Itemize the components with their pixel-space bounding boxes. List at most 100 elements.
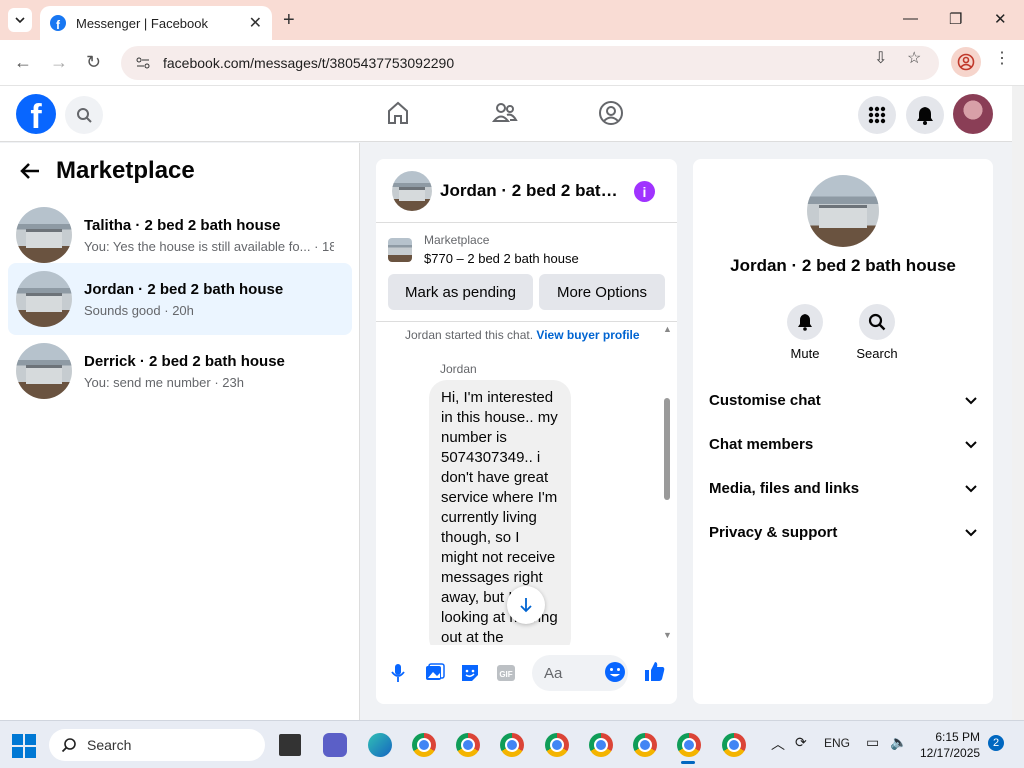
minimize-button[interactable]: — — [903, 10, 918, 27]
chrome-profile-icon[interactable] — [722, 733, 746, 757]
tray-chevron-up-icon[interactable]: ︿ — [771, 734, 785, 754]
sync-icon[interactable]: ⟳ — [795, 734, 807, 751]
close-window-button[interactable]: ✕ — [994, 10, 1007, 28]
account-avatar[interactable] — [953, 94, 993, 134]
chrome-profile-icon-active[interactable] — [677, 733, 701, 757]
back-button[interactable]: ← — [14, 52, 32, 73]
chat-header[interactable]: Jordan · 2 bed 2 bath house — [376, 159, 677, 223]
close-tab-icon[interactable]: ✕ — [249, 13, 262, 33]
chat-thumbnail — [392, 170, 432, 211]
notification-badge[interactable]: 2 — [988, 735, 1004, 751]
chrome-profile-icon[interactable] — [500, 733, 524, 757]
microphone-icon[interactable] — [390, 663, 406, 683]
privacy-support-row[interactable]: Privacy & support — [709, 524, 977, 541]
browser-tab[interactable]: f Messenger | Facebook ✕ — [40, 6, 272, 40]
mark-pending-button[interactable]: Mark as pending — [388, 274, 533, 310]
language-indicator[interactable]: ENG — [824, 736, 850, 750]
conversation-item[interactable]: Talitha · 2 bed 2 bath house You: Yes th… — [8, 199, 352, 271]
conversation-item[interactable]: Derrick · 2 bed 2 bath house You: send m… — [8, 335, 352, 407]
scroll-to-bottom-button[interactable] — [507, 586, 545, 624]
volume-icon[interactable]: 🔈 — [890, 734, 907, 751]
section-label: Media, files and links — [709, 480, 860, 497]
tab-search-button[interactable] — [8, 8, 32, 32]
maximize-button[interactable]: ❐ — [949, 10, 962, 28]
scroll-down-arrow-icon[interactable]: ▼ — [663, 630, 672, 640]
like-icon[interactable] — [644, 660, 666, 682]
search-in-chat-button[interactable]: Search — [847, 304, 907, 361]
conversation-preview: You: Yes the house is still available fo… — [84, 238, 311, 254]
browser-toolbar: ← → ↻ facebook.com/messages/t/3805437753… — [0, 40, 1024, 86]
chat-started-note: Jordan started this chat. View buyer pro… — [405, 328, 640, 342]
network-icon[interactable]: ▭ — [866, 734, 879, 751]
friends-icon[interactable] — [492, 100, 518, 126]
customise-chat-row[interactable]: Customise chat — [709, 392, 977, 409]
clock-time: 6:15 PM — [935, 730, 981, 744]
conversation-name: Derrick · 2 bed 2 bath house — [84, 352, 285, 370]
grid-menu-icon — [868, 106, 886, 124]
page-scrollbar[interactable] — [1012, 86, 1024, 720]
back-arrow-icon[interactable] — [20, 162, 40, 180]
install-app-icon[interactable]: ⇩ — [874, 48, 887, 68]
listing-price: $770 – 2 bed 2 bath house — [424, 251, 579, 266]
more-options-button[interactable]: More Options — [539, 274, 665, 310]
address-bar[interactable]: facebook.com/messages/t/3805437753092290 — [121, 46, 939, 80]
taskbar-search-label: Search — [87, 737, 132, 753]
emoji-icon[interactable] — [604, 661, 626, 683]
listing-thumbnail — [16, 207, 72, 263]
sticker-icon[interactable] — [460, 663, 480, 683]
facebook-favicon-icon: f — [50, 15, 66, 31]
facebook-search-button[interactable] — [65, 96, 103, 134]
chrome-menu-icon[interactable]: ⋮ — [994, 48, 1010, 68]
facebook-logo-icon[interactable]: f — [16, 94, 56, 134]
chrome-profile-button[interactable] — [951, 47, 981, 77]
site-settings-icon[interactable] — [135, 55, 151, 71]
message-bubble: Hi, I'm interested in this house.. my nu… — [429, 380, 571, 645]
chrome-profile-icon[interactable] — [633, 733, 657, 757]
groups-icon[interactable] — [598, 100, 624, 126]
chevron-down-icon — [965, 440, 977, 448]
new-tab-button[interactable]: + — [283, 9, 295, 32]
forward-button[interactable]: → — [50, 52, 68, 73]
listing-summary[interactable]: Marketplace $770 – 2 bed 2 bath house — [388, 233, 579, 266]
taskbar-search[interactable]: Search — [49, 729, 265, 761]
scroll-up-arrow-icon[interactable]: ▲ — [663, 324, 672, 334]
conversation-name: Talitha · 2 bed 2 bath house — [84, 216, 281, 234]
chrome-profile-icon[interactable] — [589, 733, 613, 757]
chrome-icon[interactable] — [412, 733, 436, 757]
chat-members-row[interactable]: Chat members — [709, 436, 977, 453]
info-icon[interactable]: i — [634, 181, 655, 202]
bookmark-star-icon[interactable]: ☆ — [907, 48, 921, 68]
tab-title: Messenger | Facebook — [76, 15, 208, 31]
conversation-time: · 20h — [164, 302, 194, 318]
message-sender: Jordan — [440, 362, 477, 376]
gif-icon[interactable]: GIF — [496, 663, 516, 683]
notifications-button[interactable] — [906, 96, 944, 134]
thread-scrollbar[interactable]: ▲ ▼ — [662, 322, 672, 645]
chat-info-panel: Jordan · 2 bed 2 bath house Mute Search … — [693, 159, 993, 704]
teams-icon[interactable] — [323, 733, 347, 757]
started-text: Jordan started this chat. — [405, 328, 534, 342]
arrow-down-icon — [520, 598, 532, 613]
start-button[interactable] — [12, 734, 36, 758]
photo-icon[interactable] — [425, 663, 445, 683]
chrome-profile-icon[interactable] — [545, 733, 569, 757]
reload-button[interactable]: ↻ — [86, 52, 101, 73]
windows-taskbar: Search ︿ ⟳ ENG ▭ 🔈 6:15 PM 12/17/2025 2 — [0, 720, 1024, 768]
home-icon[interactable] — [386, 100, 410, 126]
media-files-links-row[interactable]: Media, files and links — [709, 480, 977, 497]
chat-title: Jordan · 2 bed 2 bath house — [440, 180, 622, 200]
menu-button[interactable] — [858, 96, 896, 134]
svg-text:GIF: GIF — [499, 670, 512, 679]
section-label: Customise chat — [709, 392, 821, 409]
conversation-preview: Sounds good — [84, 302, 161, 318]
mute-button[interactable]: Mute — [775, 304, 835, 361]
edge-icon[interactable] — [368, 733, 392, 757]
task-view-icon[interactable] — [279, 734, 301, 756]
scrollbar-thumb[interactable] — [664, 398, 670, 500]
system-clock[interactable]: 6:15 PM 12/17/2025 — [920, 729, 980, 761]
view-buyer-profile-link[interactable]: View buyer profile — [536, 328, 639, 342]
chrome-profile-icon[interactable] — [456, 733, 480, 757]
conversation-name: Jordan · 2 bed 2 bath house — [84, 280, 284, 298]
conversation-item-active[interactable]: Jordan · 2 bed 2 bath house Sounds good … — [8, 263, 352, 335]
mute-label: Mute — [790, 346, 820, 361]
